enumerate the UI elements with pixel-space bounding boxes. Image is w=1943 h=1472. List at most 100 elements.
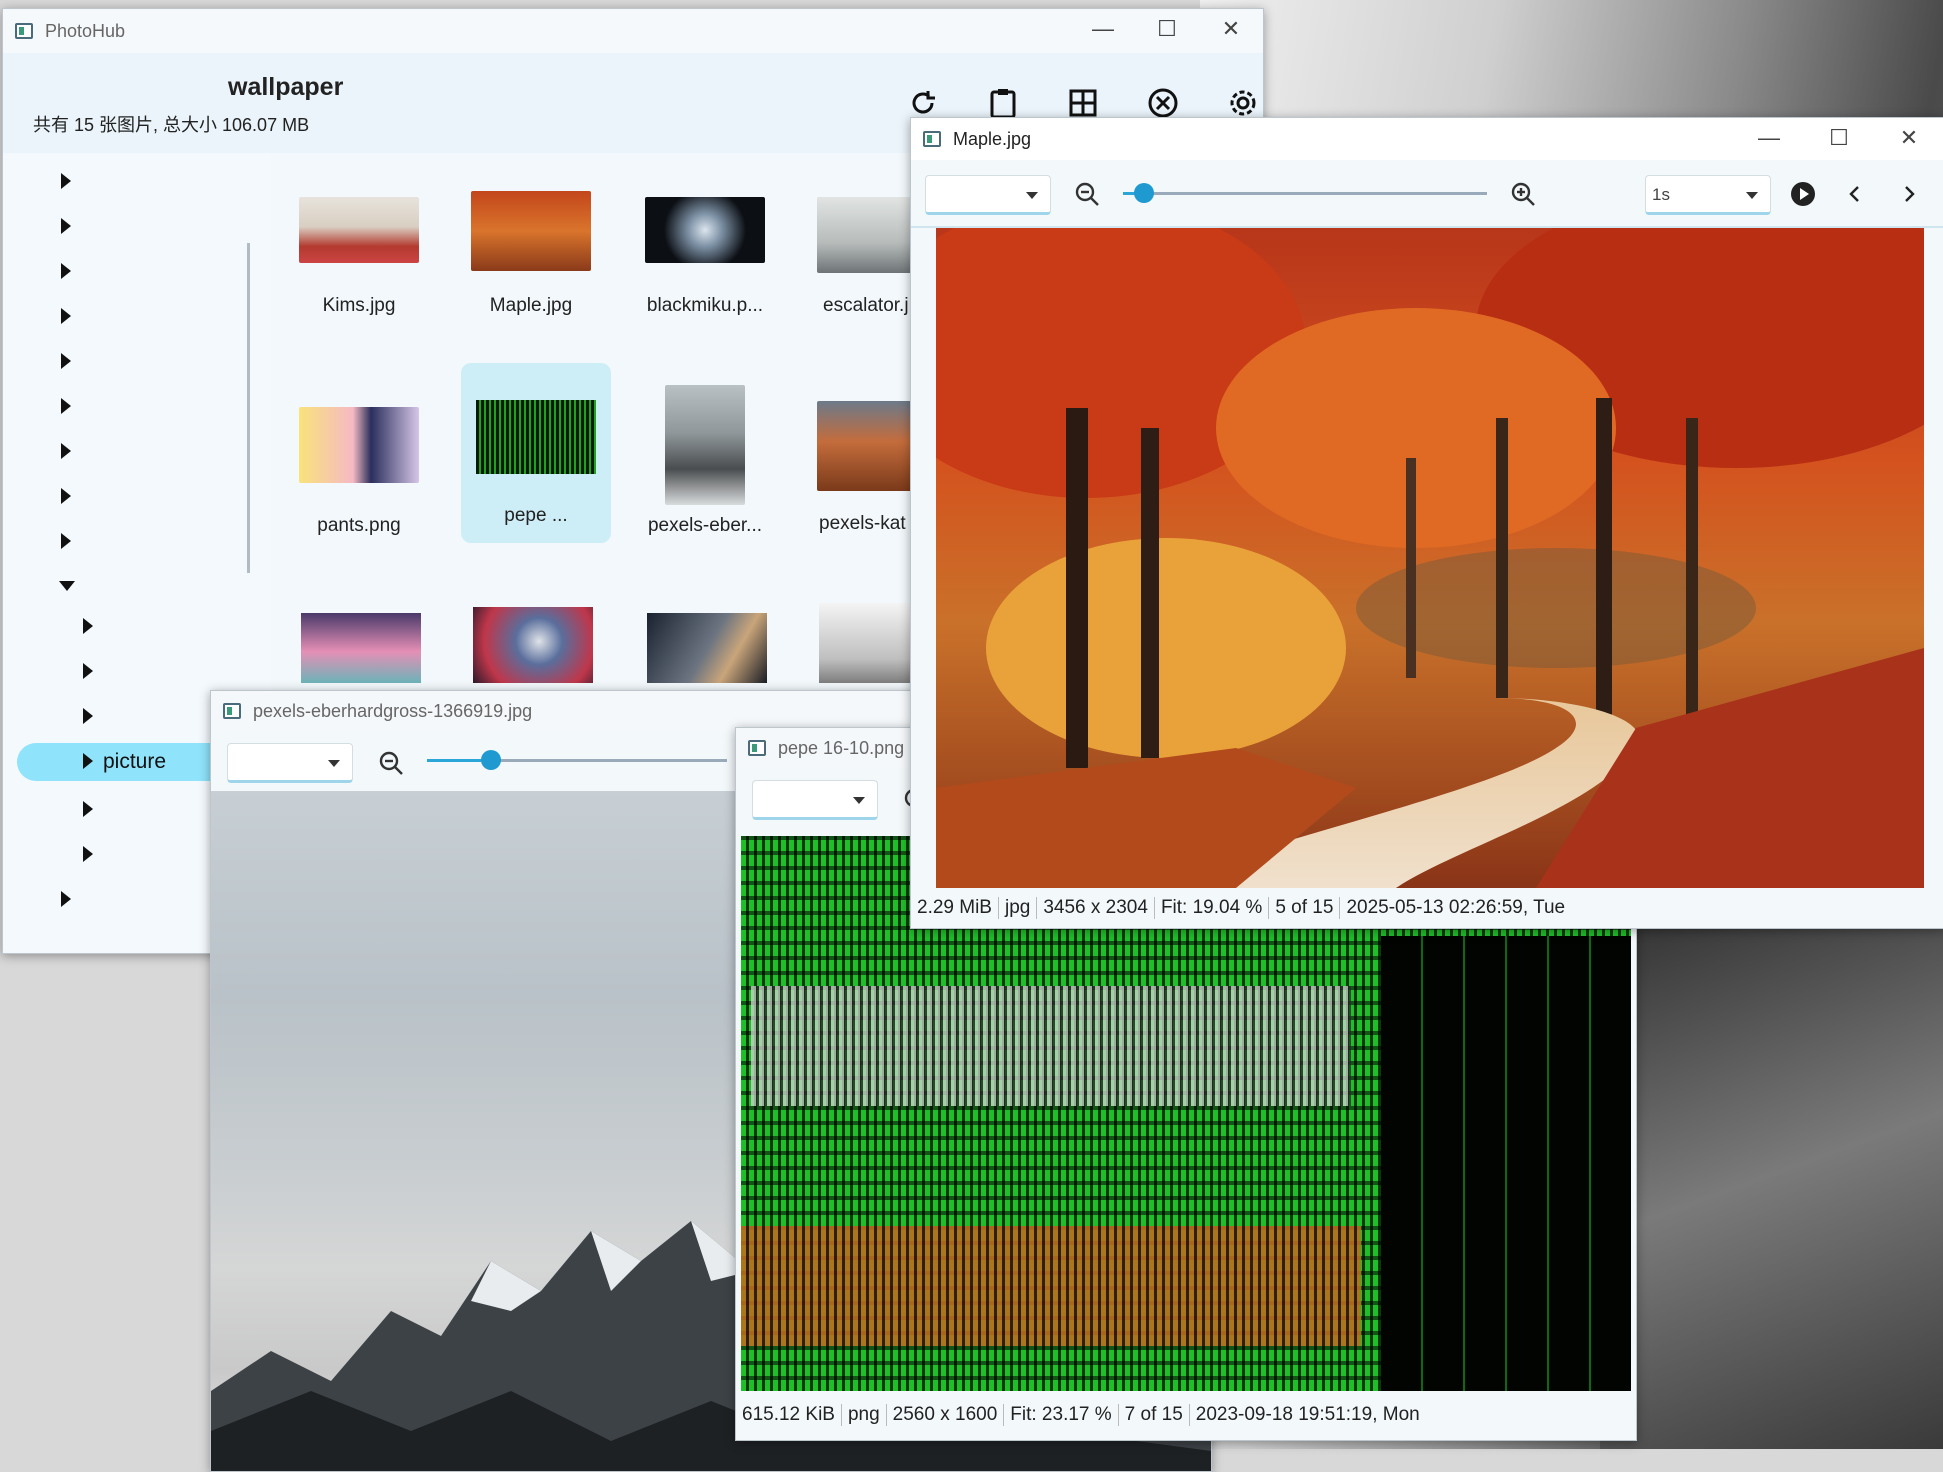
tree-expand-arrow[interactable] bbox=[61, 398, 71, 414]
slideshow-interval-select[interactable]: 1s bbox=[1645, 175, 1771, 215]
tree-collapse-arrow[interactable] bbox=[59, 581, 75, 591]
app-icon bbox=[748, 740, 766, 756]
thumbnail-item[interactable]: blackmiku.p... bbox=[645, 197, 765, 317]
play-icon[interactable] bbox=[1787, 178, 1819, 210]
window-controls: — ☐ ✕ bbox=[1071, 9, 1263, 49]
zoom-in-icon[interactable] bbox=[1505, 176, 1541, 212]
tree-expand-arrow[interactable] bbox=[83, 663, 93, 679]
file-type: png bbox=[842, 1404, 887, 1426]
minimize-button[interactable]: — bbox=[1734, 118, 1804, 158]
tree-item-label: picture bbox=[103, 750, 167, 773]
tree-expand-arrow[interactable] bbox=[61, 443, 71, 459]
folder-summary: 共有 15 张图片, 总大小 106.07 MB bbox=[33, 115, 310, 135]
close-button[interactable]: ✕ bbox=[1199, 9, 1263, 49]
thumbnail-item[interactable]: pexels-eber... bbox=[645, 385, 765, 537]
maple-forest-image bbox=[936, 228, 1924, 888]
fit-zoom: Fit: 19.04 % bbox=[1155, 897, 1270, 919]
status-bar: 2.29 MiB jpg 3456 x 2304 Fit: 19.04 % 5 … bbox=[911, 888, 1943, 928]
zoom-slider-knob[interactable] bbox=[1134, 183, 1154, 203]
desktop-wallpaper-shadow bbox=[1600, 900, 1943, 1449]
app-icon bbox=[923, 131, 941, 147]
ascii-art-face bbox=[751, 986, 1351, 1106]
file-type: jpg bbox=[999, 897, 1038, 919]
chevron-down-icon bbox=[328, 760, 340, 767]
tree-expand-arrow[interactable] bbox=[83, 618, 93, 634]
tree-expand-arrow[interactable] bbox=[61, 891, 71, 907]
thumbnail-label: escalator.j bbox=[823, 295, 909, 316]
window-title: Maple.jpg bbox=[953, 128, 1032, 149]
slideshow-interval-value: 1s bbox=[1652, 185, 1670, 204]
viewer-toolbar: 1s bbox=[911, 160, 1943, 228]
tree-expand-arrow[interactable] bbox=[61, 353, 71, 369]
thumbnail-label: pexels-eber... bbox=[647, 515, 763, 536]
window-title: PhotoHub bbox=[45, 20, 126, 41]
file-date: 2023-09-18 19:51:19, Mon bbox=[1195, 1404, 1420, 1425]
zoom-slider-knob[interactable] bbox=[481, 750, 501, 770]
thumbnail-image[interactable] bbox=[473, 607, 593, 683]
maximize-button[interactable]: ☐ bbox=[1135, 9, 1199, 49]
file-date: 2025-05-13 02:26:59, Tue bbox=[1346, 897, 1566, 918]
tree-expand-arrow[interactable] bbox=[61, 263, 71, 279]
zoom-slider[interactable] bbox=[427, 749, 727, 773]
thumbnail-image[interactable] bbox=[647, 613, 767, 683]
zoom-slider[interactable] bbox=[1123, 182, 1487, 206]
tree-expand-arrow bbox=[83, 753, 93, 769]
tree-expand-arrow[interactable] bbox=[83, 846, 93, 862]
thumbnail-item[interactable]: Kims.jpg bbox=[299, 197, 419, 317]
thumbnail-label: pexels-kat bbox=[819, 513, 906, 534]
tree-expand-arrow[interactable] bbox=[61, 488, 71, 504]
zoom-out-icon[interactable] bbox=[1069, 176, 1105, 212]
image-index: 5 of 15 bbox=[1269, 897, 1341, 919]
app-icon bbox=[15, 23, 33, 39]
tree-expand-arrow[interactable] bbox=[83, 801, 93, 817]
tree-scrollbar[interactable] bbox=[247, 243, 250, 573]
close-button[interactable]: ✕ bbox=[1874, 118, 1943, 158]
fit-zoom: Fit: 23.17 % bbox=[1004, 1404, 1119, 1426]
zoom-mode-select[interactable] bbox=[227, 743, 353, 783]
thumbnail-item[interactable]: Maple.jpg bbox=[471, 191, 591, 317]
image-dimensions: 2560 x 1600 bbox=[887, 1404, 1005, 1426]
chevron-down-icon bbox=[1026, 192, 1038, 199]
thumbnail-item[interactable]: escalator.j bbox=[817, 197, 917, 317]
tree-expand-arrow[interactable] bbox=[83, 708, 93, 724]
thumbnail-image bbox=[817, 401, 917, 491]
tree-expand-arrow[interactable] bbox=[61, 533, 71, 549]
thumbnail-image bbox=[299, 197, 419, 263]
zoom-slider-fill bbox=[427, 759, 481, 762]
thumbnail-label: blackmiku.p... bbox=[646, 295, 764, 316]
zoom-out-icon[interactable] bbox=[373, 745, 409, 781]
thumbnail-label: pepe ... bbox=[504, 505, 568, 526]
zoom-slider-track bbox=[1123, 192, 1487, 195]
zoom-slider-fill bbox=[1123, 192, 1134, 195]
thumbnail-image[interactable] bbox=[819, 603, 919, 683]
next-icon[interactable] bbox=[1893, 178, 1925, 210]
thumbnail-image bbox=[471, 191, 591, 271]
zoom-mode-select[interactable] bbox=[752, 780, 878, 820]
folder-name: wallpaper bbox=[228, 73, 344, 101]
app-icon bbox=[223, 703, 241, 719]
ascii-art-dark-region bbox=[1381, 936, 1631, 1391]
thumbnail-image[interactable] bbox=[301, 613, 421, 683]
thumbnail-image bbox=[299, 407, 419, 483]
thumbnail-item[interactable]: pexels-kat bbox=[817, 401, 917, 535]
thumbnail-item-selected[interactable]: pepe ... bbox=[461, 363, 611, 543]
previous-icon[interactable] bbox=[1839, 178, 1871, 210]
image-dimensions: 3456 x 2304 bbox=[1037, 897, 1155, 919]
thumbnail-image bbox=[665, 385, 745, 505]
tree-expand-arrow[interactable] bbox=[61, 218, 71, 234]
thumbnail-item[interactable]: pants.png bbox=[299, 407, 419, 537]
tree-expand-arrow[interactable] bbox=[61, 173, 71, 189]
image-index: 7 of 15 bbox=[1119, 1404, 1190, 1426]
maple-viewer-window: Maple.jpg — ☐ ✕ 1s 2.29 MiB jpg 3456 x 2… bbox=[910, 117, 1943, 929]
thumbnail-label: pants.png bbox=[317, 515, 401, 536]
file-size: 615.12 KiB bbox=[736, 1404, 842, 1426]
thumbnail-image bbox=[476, 400, 596, 474]
minimize-button[interactable]: — bbox=[1071, 9, 1135, 49]
status-bar: 615.12 KiB png 2560 x 1600 Fit: 23.17 % … bbox=[736, 1395, 1636, 1435]
window-controls: — ☐ ✕ bbox=[1734, 118, 1943, 158]
window-title: pepe 16-10.png bbox=[778, 737, 905, 758]
tree-expand-arrow[interactable] bbox=[61, 308, 71, 324]
thumbnail-label: Kims.jpg bbox=[322, 295, 396, 316]
zoom-mode-select[interactable] bbox=[925, 175, 1051, 215]
maximize-button[interactable]: ☐ bbox=[1804, 118, 1874, 158]
